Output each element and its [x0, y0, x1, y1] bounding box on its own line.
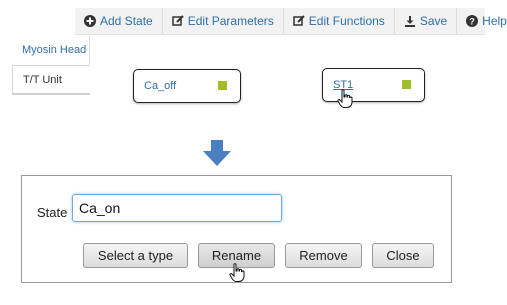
edit-functions-label: Edit Functions — [308, 14, 385, 28]
edit-icon — [171, 15, 184, 27]
help-button[interactable]: ? Help — [456, 8, 507, 34]
tab-label: Myosin Head — [22, 44, 87, 56]
edit-functions-button[interactable]: Edit Functions — [282, 8, 394, 34]
state-marker — [218, 81, 227, 90]
state-node-label: Ca_off — [144, 80, 177, 92]
edit-icon — [293, 15, 305, 27]
help-label: Help — [482, 14, 507, 28]
tab-label: T/T Unit — [23, 73, 62, 86]
tab-myosin-head[interactable]: Myosin Head — [12, 36, 90, 64]
remove-button[interactable]: Remove — [285, 243, 362, 268]
hand-cursor-icon — [337, 89, 353, 109]
add-state-button[interactable]: Add State — [75, 8, 162, 34]
tab-tt-unit[interactable]: T/T Unit — [12, 65, 90, 95]
plus-circle-icon — [84, 15, 96, 27]
add-state-label: Add State — [100, 14, 153, 28]
save-label: Save — [419, 14, 448, 28]
select-type-button[interactable]: Select a type — [83, 243, 188, 268]
save-button[interactable]: Save — [393, 8, 456, 34]
state-node-ca-off[interactable]: Ca_off — [133, 69, 241, 103]
svg-text:?: ? — [469, 17, 475, 27]
edit-parameters-label: Edit Parameters — [187, 14, 274, 28]
toolbar: Add State Edit Parameters Edit Functions… — [75, 8, 507, 35]
state-label: State — [37, 205, 68, 220]
state-name-input[interactable] — [72, 194, 282, 222]
down-arrow-icon — [203, 140, 231, 166]
close-button[interactable]: Close — [372, 243, 434, 268]
download-icon — [404, 15, 416, 27]
question-circle-icon: ? — [466, 15, 479, 27]
hand-cursor-icon — [229, 263, 245, 283]
state-marker — [402, 80, 411, 89]
edit-parameters-button[interactable]: Edit Parameters — [161, 8, 283, 34]
